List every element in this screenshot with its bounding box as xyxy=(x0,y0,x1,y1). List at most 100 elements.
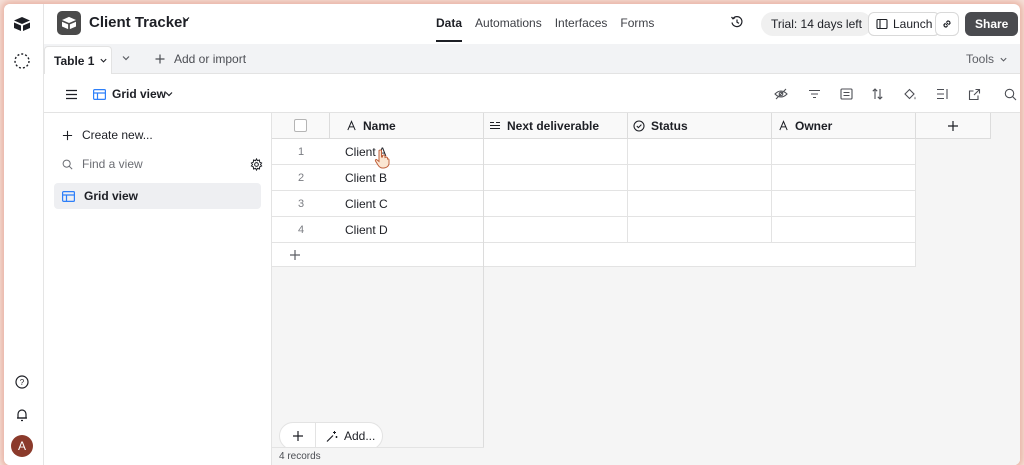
column-label: Status xyxy=(651,118,688,133)
sidebar-item-grid-view[interactable]: Grid view xyxy=(54,183,261,209)
chevron-down-icon xyxy=(100,58,108,63)
trial-badge[interactable]: Trial: 14 days left xyxy=(761,12,872,36)
plus-icon xyxy=(948,120,958,131)
row-number: 4 xyxy=(272,217,330,243)
link-icon xyxy=(943,20,951,28)
table-tab-bar: Table 1 Add or import Tools xyxy=(44,44,1020,74)
base-icon xyxy=(57,11,81,35)
launch-button[interactable]: Launch xyxy=(868,12,941,36)
cell-name[interactable]: Client D xyxy=(330,217,484,243)
plus-icon xyxy=(289,249,301,261)
cell-next-deliverable[interactable] xyxy=(484,217,628,243)
cell-next-deliverable[interactable] xyxy=(484,139,628,165)
sort-icon[interactable] xyxy=(869,86,885,102)
tab-label: Table 1 xyxy=(54,53,95,68)
create-new-label: Create new... xyxy=(82,128,153,142)
row-number: 1 xyxy=(272,139,330,165)
tab-table-1[interactable]: Table 1 xyxy=(44,46,112,74)
tab-forms[interactable]: Forms xyxy=(620,16,654,30)
cell-status[interactable] xyxy=(628,191,772,217)
more-tables-chevron-icon[interactable] xyxy=(121,53,131,63)
cell-name[interactable]: Client B xyxy=(330,165,484,191)
plus-icon xyxy=(62,130,73,140)
find-view-input[interactable]: Find a view xyxy=(54,151,263,177)
column-label: Name xyxy=(363,118,396,133)
column-header-owner[interactable]: Owner xyxy=(772,113,916,139)
create-new-button[interactable]: Create new... xyxy=(54,122,261,148)
base-title[interactable]: Client Tracker xyxy=(89,14,188,31)
launch-icon xyxy=(876,18,888,30)
add-or-import-label: Add or import xyxy=(174,52,247,66)
cell-name[interactable]: Client C xyxy=(330,191,484,217)
top-bar: Client Tracker Data Automations Interfac… xyxy=(44,4,1020,42)
chevron-down-icon[interactable] xyxy=(161,86,177,102)
notifications-icon[interactable] xyxy=(12,405,32,425)
row-height-icon[interactable] xyxy=(934,86,950,102)
long-text-icon xyxy=(490,121,500,129)
history-icon[interactable] xyxy=(730,15,744,29)
top-nav: Data Automations Interfaces Forms xyxy=(436,16,654,42)
tools-label: Tools xyxy=(965,52,994,66)
cell-status[interactable] xyxy=(628,165,772,191)
record-count: 4 records xyxy=(272,447,484,465)
sidebar-toggle-icon[interactable] xyxy=(63,86,79,102)
search-icon xyxy=(62,159,73,170)
cell-status[interactable] xyxy=(628,139,772,165)
base-logo-icon[interactable] xyxy=(12,14,32,34)
add-or-import-button[interactable]: Add or import xyxy=(154,52,246,66)
app-window: ? A Client Tracker Data Automations Inte… xyxy=(4,4,1020,465)
single-select-icon xyxy=(633,119,645,132)
settings-gear-icon[interactable] xyxy=(250,157,263,171)
cell-owner[interactable] xyxy=(772,165,916,191)
text-field-icon xyxy=(779,120,788,131)
workspace-icon[interactable] xyxy=(12,51,32,71)
plus-icon xyxy=(292,431,303,441)
column-header-status[interactable]: Status xyxy=(628,113,772,139)
help-icon[interactable]: ? xyxy=(12,372,32,392)
column-header-name[interactable]: Name xyxy=(330,113,484,139)
tab-interfaces[interactable]: Interfaces xyxy=(555,16,608,30)
avatar[interactable]: A xyxy=(11,435,33,457)
column-label: Owner xyxy=(795,118,833,133)
share-button[interactable]: Share xyxy=(965,12,1019,36)
column-label: Next deliverable xyxy=(507,118,600,133)
tools-menu[interactable]: Tools xyxy=(966,52,1008,66)
find-view-placeholder: Find a view xyxy=(82,157,143,171)
launch-label: Launch xyxy=(893,17,933,31)
text-field-icon xyxy=(347,120,356,131)
row-number: 2 xyxy=(272,165,330,191)
select-all-checkbox[interactable] xyxy=(294,119,307,132)
app-rail: ? A xyxy=(4,4,44,465)
add-record-pill: Add... xyxy=(279,422,383,450)
cell-owner[interactable] xyxy=(772,191,916,217)
frozen-column-divider xyxy=(483,139,484,465)
magic-wand-icon xyxy=(326,430,338,442)
plus-icon xyxy=(155,54,165,64)
cell-status[interactable] xyxy=(628,217,772,243)
add-record-button[interactable] xyxy=(280,423,316,449)
add-record-row[interactable] xyxy=(272,243,916,267)
copy-link-button[interactable] xyxy=(935,12,959,36)
add-field-button[interactable] xyxy=(916,113,991,139)
column-header-next-deliverable[interactable]: Next deliverable xyxy=(484,113,628,139)
tab-data[interactable]: Data xyxy=(436,16,463,42)
grid-view-icon xyxy=(62,190,75,202)
add-label: Add... xyxy=(344,429,376,443)
cell-name[interactable]: Client A xyxy=(330,139,484,165)
row-number: 3 xyxy=(272,191,330,217)
hide-fields-icon[interactable] xyxy=(773,86,789,102)
share-view-icon[interactable] xyxy=(966,86,982,102)
views-sidebar: Create new... Find a view Grid view xyxy=(44,113,272,465)
chevron-down-icon[interactable] xyxy=(181,14,191,24)
cell-owner[interactable] xyxy=(772,217,916,243)
search-icon[interactable] xyxy=(1002,86,1018,102)
view-name[interactable]: Grid view xyxy=(112,87,166,101)
filter-icon[interactable] xyxy=(806,86,822,102)
group-icon[interactable] xyxy=(838,86,854,102)
tab-automations[interactable]: Automations xyxy=(475,16,542,30)
cell-next-deliverable[interactable] xyxy=(484,191,628,217)
add-with-ai-button[interactable]: Add... xyxy=(316,429,375,443)
cell-next-deliverable[interactable] xyxy=(484,165,628,191)
color-icon[interactable] xyxy=(902,86,918,102)
cell-owner[interactable] xyxy=(772,139,916,165)
